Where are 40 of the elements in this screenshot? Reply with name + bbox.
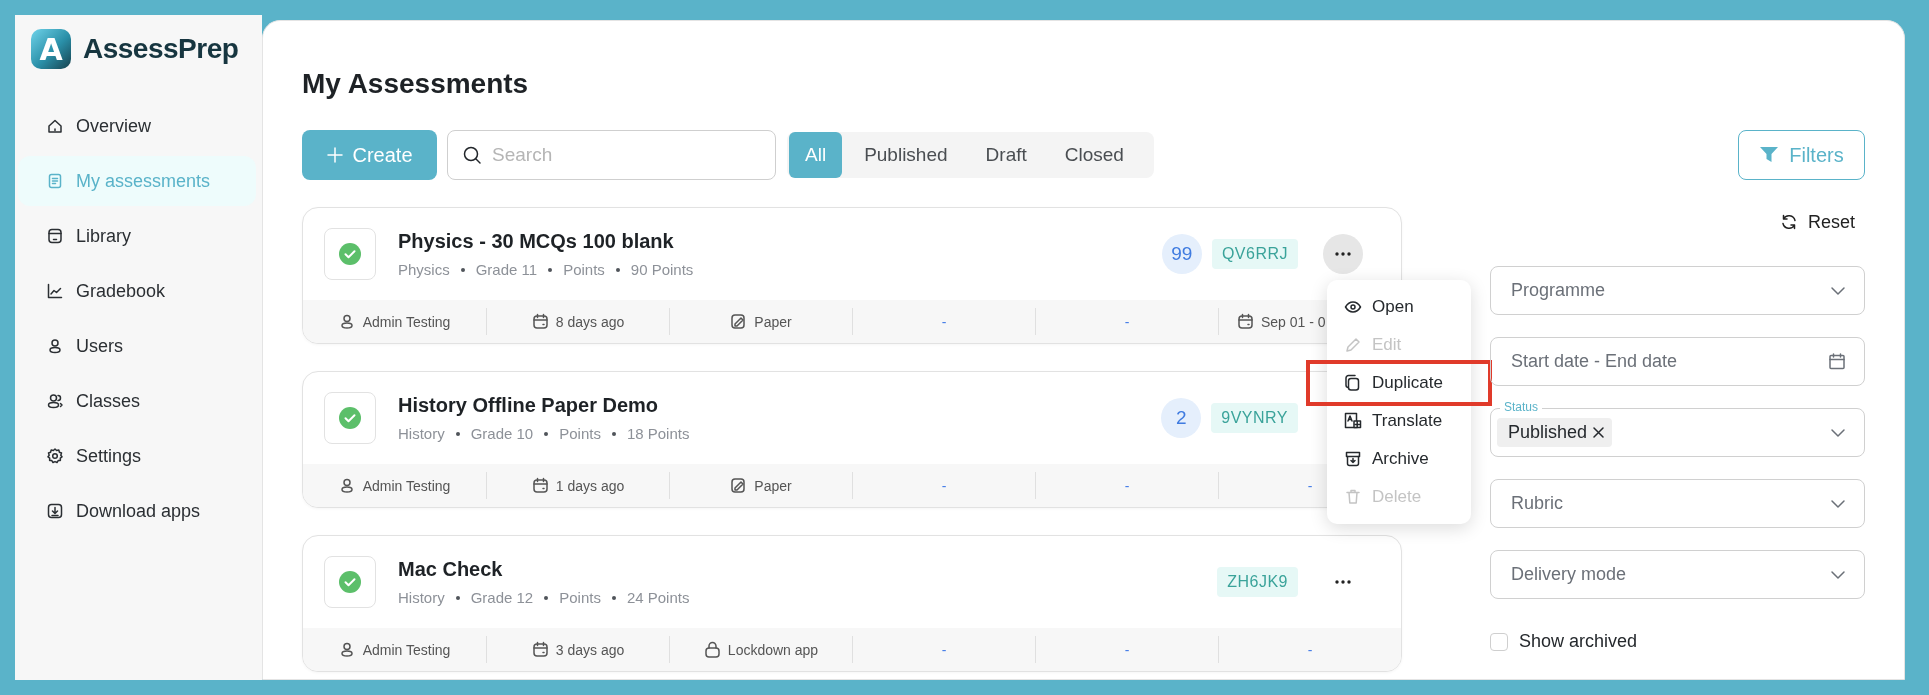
meta-text: History <box>398 425 445 442</box>
access-code: ZH6JK9 <box>1217 567 1298 597</box>
meta-text: Points <box>559 425 601 442</box>
footer-text: Admin Testing <box>362 313 451 330</box>
meta-text: Grade 12 <box>470 589 534 606</box>
footer-text: 8 days ago <box>555 313 625 330</box>
access-code: 9VYNRY <box>1211 403 1298 433</box>
footer-text: Sep 01 - 0 <box>1261 313 1326 330</box>
count-badge: 99 <box>1161 234 1202 274</box>
meta-text: 18 Points <box>626 425 690 442</box>
footer-text: Admin Testing <box>362 477 451 494</box>
brand-name: AssessPrep <box>83 33 239 65</box>
footer-text: Paper <box>754 313 792 330</box>
empty-value: - <box>941 313 947 330</box>
footer-text: Paper <box>754 477 792 494</box>
meta-text: History <box>398 589 445 606</box>
footer-text: Admin Testing <box>362 641 451 658</box>
empty-value: - <box>941 477 947 494</box>
logo-icon: A <box>31 29 71 69</box>
meta-text: Physics <box>398 261 450 278</box>
checkbox-label: Show archived <box>1519 631 1638 652</box>
meta-text: 24 Points <box>626 589 690 606</box>
field-label: Status <box>1500 400 1543 414</box>
footer-text: Lockdown app <box>727 641 819 658</box>
meta-text: Points <box>563 261 605 278</box>
empty-value: - <box>1124 477 1130 494</box>
empty-value: - <box>941 641 947 658</box>
meta-text: Grade 10 <box>470 425 534 442</box>
access-code: QV6RRJ <box>1211 239 1298 269</box>
empty-value: - <box>1124 641 1130 658</box>
empty-value: - <box>1307 477 1313 494</box>
meta-text: Points <box>559 589 601 606</box>
footer-text: 3 days ago <box>555 641 625 658</box>
footer-text: 1 days ago <box>555 477 625 494</box>
meta-text: 90 Points <box>630 261 694 278</box>
empty-value: - <box>1124 313 1130 330</box>
page-title: My Assessments <box>302 67 530 101</box>
empty-value: - <box>1307 641 1313 658</box>
meta-text: Grade 11 <box>475 261 538 278</box>
count-badge: 2 <box>1161 398 1202 438</box>
